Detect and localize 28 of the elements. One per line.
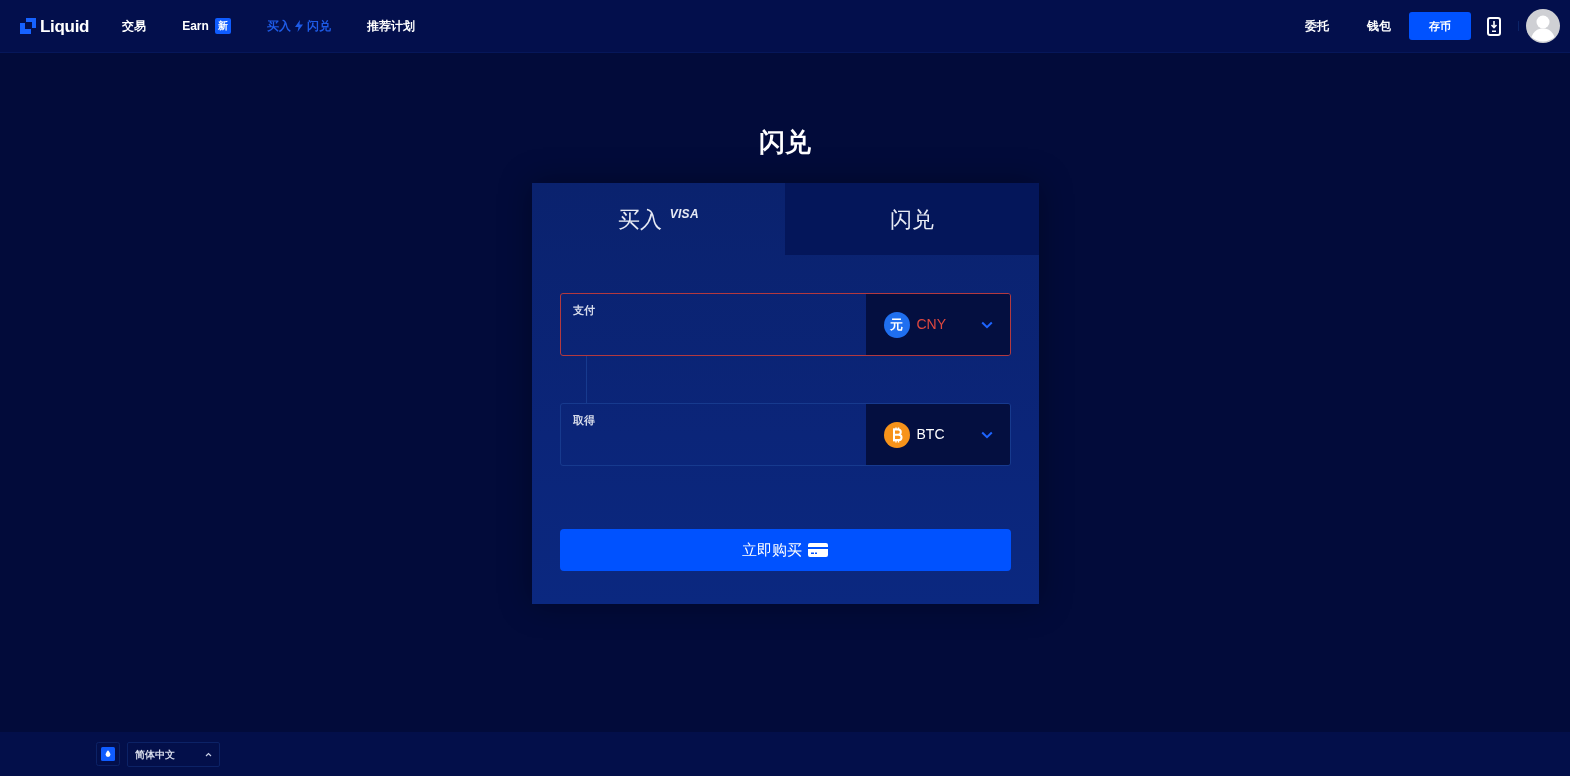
caret-up-icon — [205, 751, 212, 757]
nav-link[interactable]: 钱包 — [1367, 20, 1391, 32]
tab[interactable]: 闪兑 — [785, 183, 1039, 255]
chevron-down-icon — [980, 320, 993, 329]
avatar-icon[interactable] — [1526, 9, 1560, 43]
drop-icon[interactable] — [96, 742, 120, 766]
nav-link[interactable]: Earn 新 — [182, 18, 231, 34]
amount-field[interactable]: 支付 — [560, 294, 866, 355]
credit-card-icon — [808, 543, 828, 557]
deposit-button[interactable]: 存币 — [1409, 12, 1471, 40]
currency-dropdown[interactable]: 元 CNY — [865, 294, 1010, 355]
lightning-icon — [294, 20, 303, 32]
page-title: 闪兑 — [759, 127, 811, 158]
amount-field[interactable]: 取得 — [560, 404, 866, 465]
logo-link[interactable]: Liquid — [20, 17, 90, 35]
logo-icon — [20, 18, 36, 34]
bitcoin-coin-icon — [883, 421, 910, 448]
chevron-down-icon — [980, 430, 993, 439]
yuan-coin-icon: 元 — [883, 311, 910, 338]
language-select[interactable]: 简体中文 — [127, 741, 220, 767]
new-tag: 新 — [214, 18, 231, 34]
nav-link[interactable]: 推荐计划 — [366, 20, 415, 32]
buy-now-button[interactable]: 立即购买 — [559, 529, 1011, 571]
nav-link[interactable]: 交易 — [122, 20, 147, 32]
tab[interactable]: 买入 VISA — [531, 183, 785, 255]
nav-link[interactable]: 委托 — [1305, 20, 1329, 32]
mobile-download-icon[interactable] — [1487, 16, 1501, 36]
currency-dropdown[interactable]: BTC — [865, 404, 1010, 465]
